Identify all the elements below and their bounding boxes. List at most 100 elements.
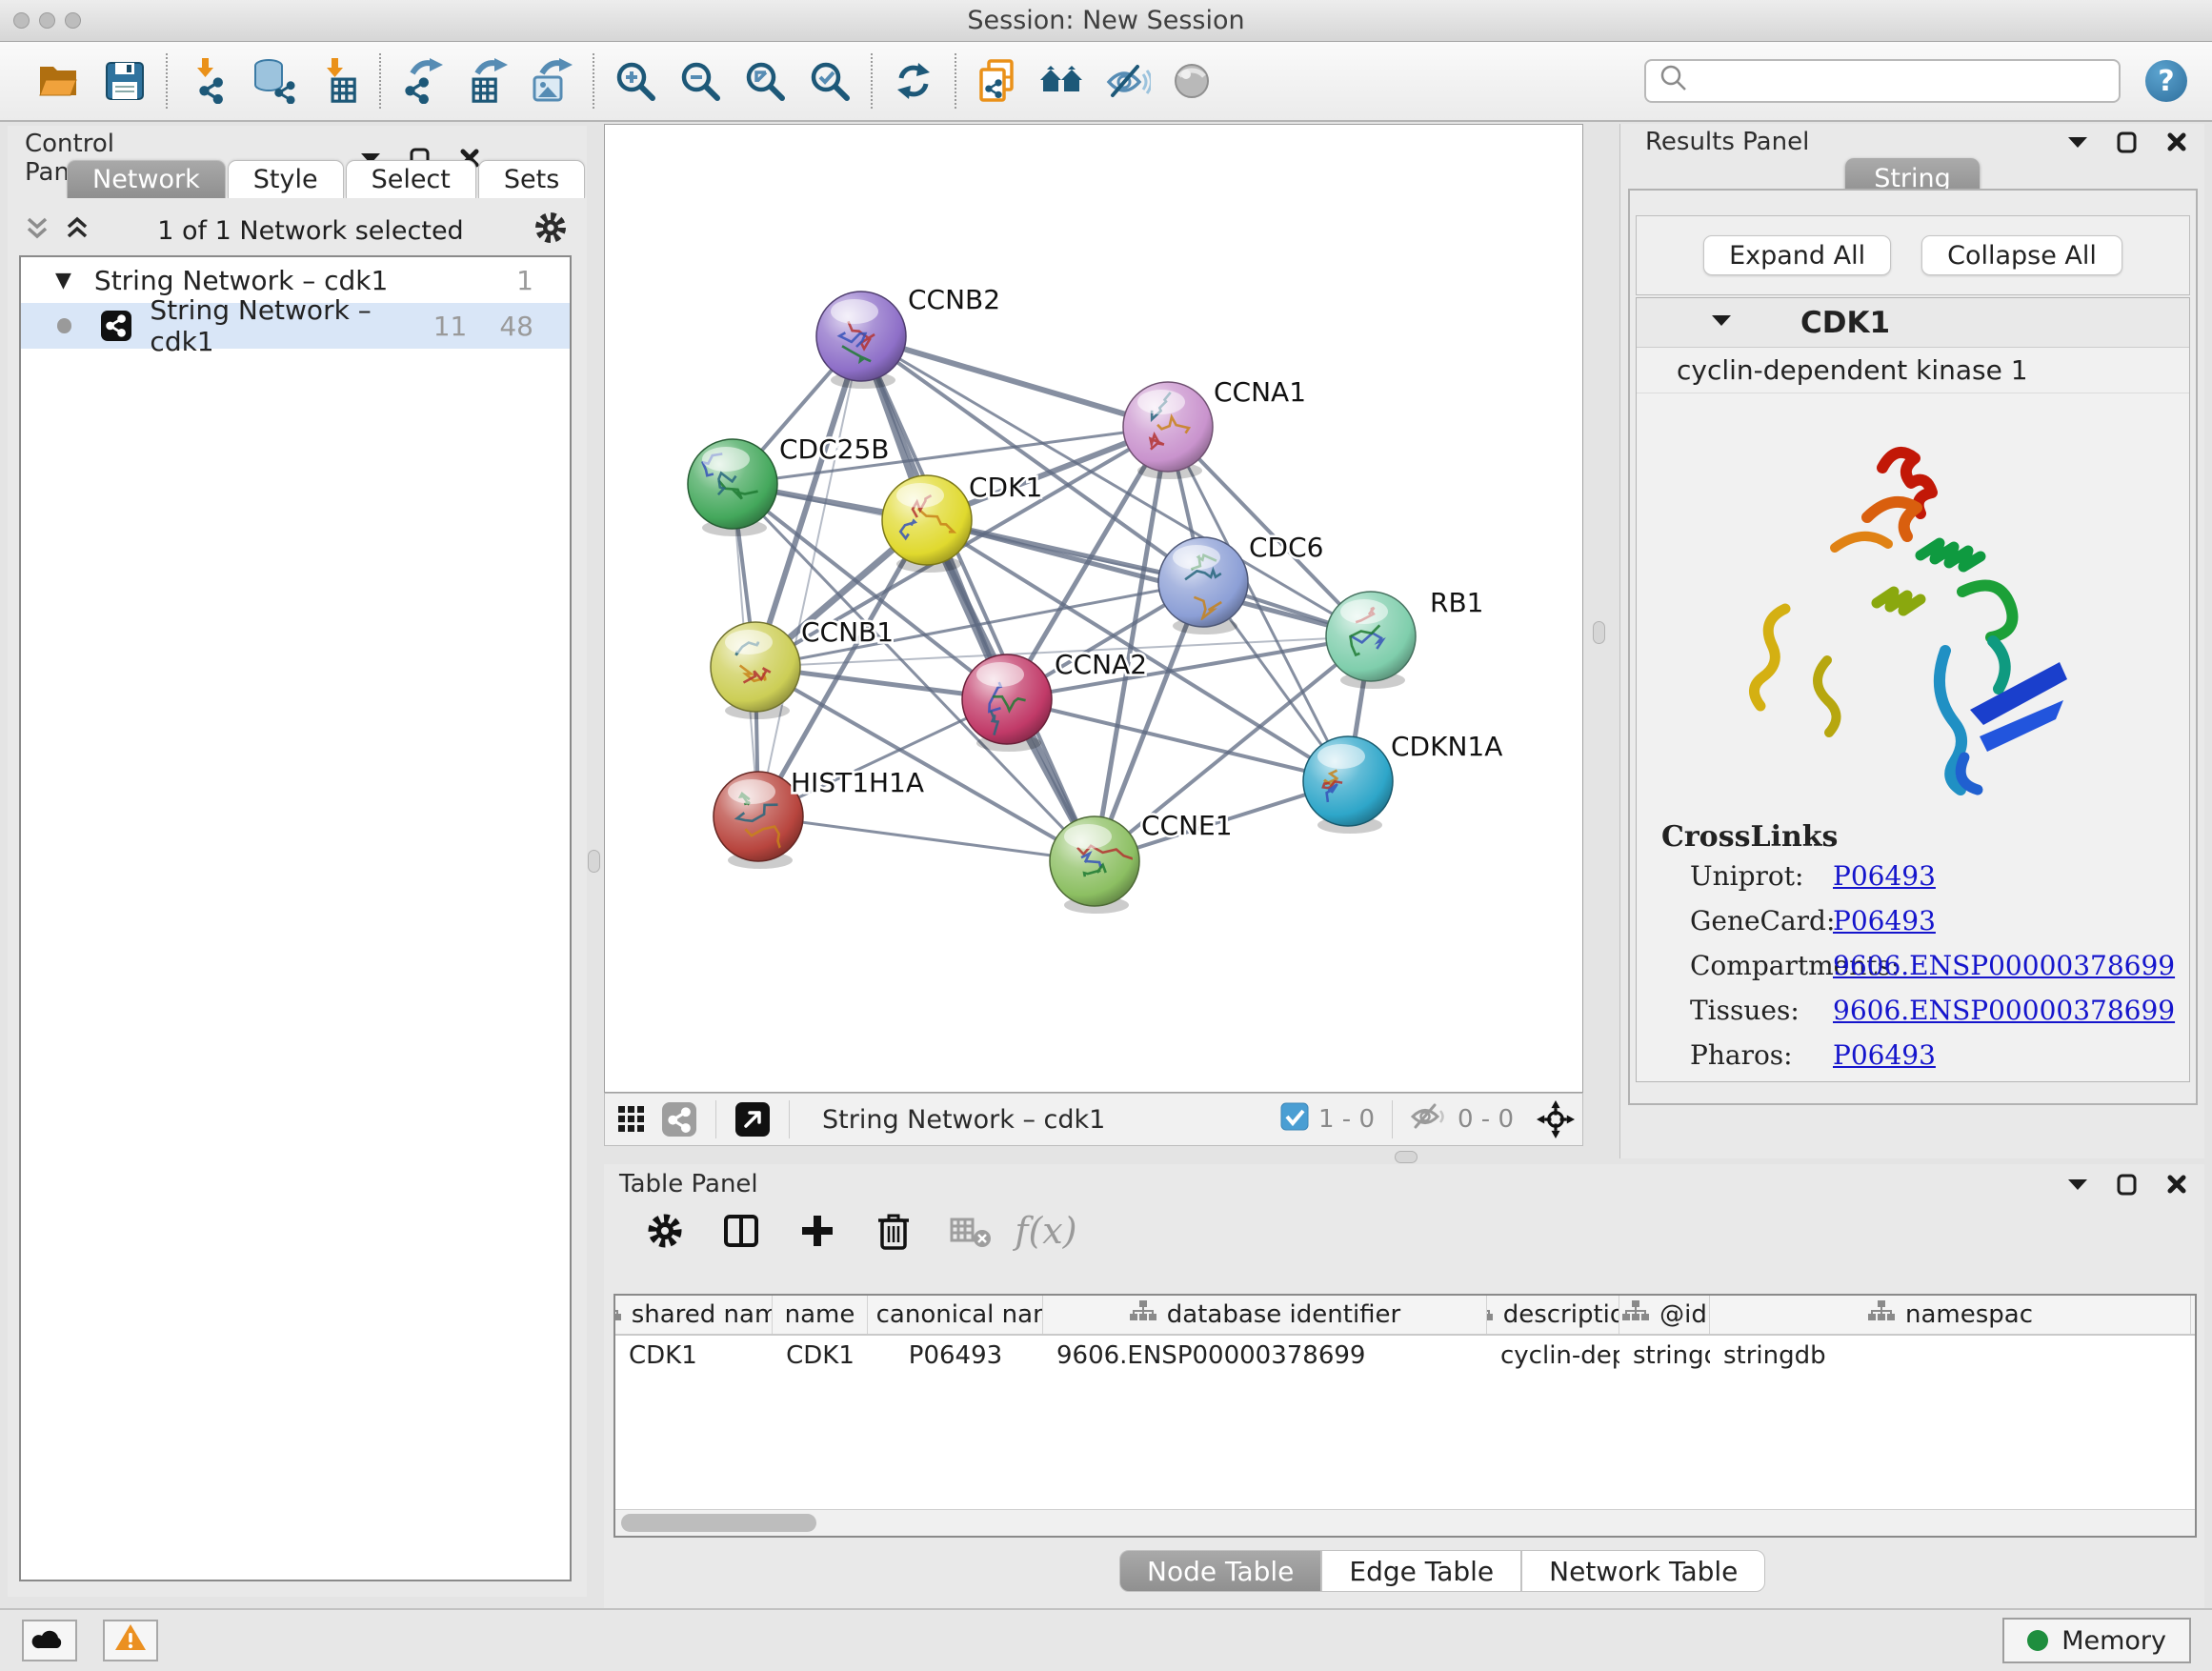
graph-edge[interactable] <box>861 336 1168 427</box>
show-all-icon[interactable] <box>1166 55 1217 107</box>
collapse-all-networks-icon[interactable] <box>25 213 50 249</box>
network-options-gear-icon[interactable] <box>532 209 570 253</box>
export-image-icon[interactable] <box>526 55 577 107</box>
tab-network[interactable]: Network <box>67 160 226 198</box>
grid-view-icon[interactable] <box>613 1100 651 1138</box>
function-builder-icon[interactable]: f(x) <box>1023 1208 1069 1254</box>
show-columns-icon[interactable] <box>718 1208 764 1254</box>
selected-checkbox-icon[interactable] <box>1280 1102 1309 1137</box>
tab-sets[interactable]: Sets <box>478 160 585 198</box>
search-box[interactable] <box>1644 59 2121 103</box>
crosslink-link[interactable]: P06493 <box>1833 905 1936 936</box>
crosslink-link[interactable]: P06493 <box>1833 1039 1936 1071</box>
minimize-window-button[interactable] <box>39 12 55 29</box>
import-network-icon[interactable] <box>183 55 234 107</box>
cloud-button[interactable] <box>22 1620 77 1661</box>
import-database-icon[interactable] <box>248 55 299 107</box>
column-header-shared-name[interactable]: shared name <box>615 1296 773 1334</box>
close-window-button[interactable] <box>13 12 30 29</box>
close-panel-icon[interactable] <box>2162 1170 2191 1198</box>
graph-node-CDC25B[interactable] <box>688 439 777 536</box>
scrollbar-thumb[interactable] <box>621 1514 816 1532</box>
column-header-canonical-name[interactable]: canonical name <box>868 1296 1043 1334</box>
column-label: shared name <box>632 1300 773 1329</box>
vertical-splitter-right[interactable] <box>1593 621 1605 644</box>
detach-view-icon[interactable] <box>734 1100 772 1138</box>
help-button[interactable]: ? <box>2145 60 2187 102</box>
graph-node-CCNB1[interactable] <box>711 622 800 719</box>
table-row[interactable]: CDK1CDK1P064939606.ENSP00000378699cyclin… <box>615 1336 2195 1376</box>
delete-table-icon[interactable] <box>947 1208 993 1254</box>
zoom-in-icon[interactable] <box>610 55 661 107</box>
network-count: 11 <box>433 311 468 342</box>
network-selection-status: 1 of 1 Network selected <box>90 216 532 246</box>
collapse-entry-icon[interactable] <box>1709 309 1734 337</box>
tab-network-table[interactable]: Network Table <box>1521 1550 1765 1592</box>
table-options-gear-icon[interactable] <box>642 1208 688 1254</box>
tab-style[interactable]: Style <box>228 160 344 198</box>
zoom-window-button[interactable] <box>65 12 81 29</box>
graph-node-HIST1H1A[interactable] <box>714 772 803 869</box>
birds-eye-crosshair-icon[interactable] <box>1537 1100 1575 1138</box>
horizontal-splitter[interactable] <box>1395 1151 1418 1163</box>
expand-all-button[interactable]: Expand All <box>1703 235 1891 275</box>
column-header-database-identifier[interactable]: database identifier <box>1043 1296 1487 1334</box>
tab-node-table[interactable]: Node Table <box>1119 1550 1321 1592</box>
open-session-icon[interactable] <box>34 55 86 107</box>
zoom-fit-icon[interactable] <box>739 55 791 107</box>
close-panel-icon[interactable] <box>2162 128 2191 156</box>
graph-node-CCNE1[interactable] <box>1050 816 1139 914</box>
import-table-icon[interactable] <box>312 55 364 107</box>
network-badge-icon[interactable] <box>660 1100 698 1138</box>
export-network-icon[interactable] <box>396 55 448 107</box>
graph-node-RB1[interactable] <box>1326 592 1416 689</box>
crosslink-link[interactable]: 9606.ENSP00000378699 <box>1833 995 2175 1026</box>
search-input[interactable] <box>1698 67 2098 95</box>
graph-edge[interactable] <box>758 816 1095 861</box>
network-list-item[interactable]: String Network – cdk1 1148 <box>21 303 570 349</box>
crosslink-link[interactable]: 9606.ENSP00000378699 <box>1833 950 2175 981</box>
collapse-all-button[interactable]: Collapse All <box>1921 235 2122 275</box>
export-table-icon[interactable] <box>461 55 513 107</box>
delete-column-icon[interactable] <box>871 1208 916 1254</box>
graph-node-CCNA1[interactable] <box>1123 382 1213 479</box>
graph-node-label: CDK1 <box>969 472 1042 503</box>
zoom-out-icon[interactable] <box>674 55 726 107</box>
tree-collapse-icon[interactable]: ▼ <box>55 269 71 292</box>
expand-all-networks-icon[interactable] <box>65 213 90 249</box>
tab-select[interactable]: Select <box>346 160 476 198</box>
graph-node-CDKN1A[interactable] <box>1303 736 1393 834</box>
graph-edge[interactable] <box>758 336 861 816</box>
first-neighbors-icon[interactable] <box>1036 55 1088 107</box>
column-header-@id[interactable]: @id <box>1619 1296 1710 1334</box>
hide-selected-icon[interactable] <box>1101 55 1153 107</box>
column-label: canonical name <box>876 1300 1043 1329</box>
maximize-panel-icon[interactable] <box>2113 1170 2142 1198</box>
column-header-name[interactable]: name <box>773 1296 868 1334</box>
gene-description: cyclin-dependent kinase 1 <box>1637 348 2189 393</box>
column-header-namespac[interactable]: namespac <box>1710 1296 2191 1334</box>
save-session-icon[interactable] <box>99 55 151 107</box>
table-horizontal-scrollbar[interactable] <box>615 1509 2195 1536</box>
graph-node-label: CCNE1 <box>1141 810 1233 841</box>
create-column-icon[interactable] <box>794 1208 840 1254</box>
zoom-selected-icon[interactable] <box>804 55 855 107</box>
hidden-counts: 0 - 0 <box>1458 1105 1514 1134</box>
float-panel-icon[interactable] <box>2063 1170 2092 1198</box>
column-header-description[interactable]: description <box>1487 1296 1619 1334</box>
tab-edge-table[interactable]: Edge Table <box>1321 1550 1521 1592</box>
crosslink-link[interactable]: P06493 <box>1833 860 1936 892</box>
network-canvas[interactable]: CCNB2CCNA1CDC25BCDK1CDC6RB1CCNB1CCNA2CDK… <box>604 124 1583 1093</box>
search-icon <box>1658 62 1690 101</box>
float-panel-icon[interactable] <box>2063 128 2092 156</box>
memory-button[interactable]: Memory <box>2002 1618 2191 1663</box>
graph-node-CDC6[interactable] <box>1158 537 1248 634</box>
vertical-splitter-left[interactable] <box>588 850 600 873</box>
refresh-icon[interactable] <box>888 55 939 107</box>
maximize-panel-icon[interactable] <box>2113 128 2142 156</box>
warnings-button[interactable] <box>103 1620 158 1661</box>
table-cell: P06493 <box>868 1336 1043 1376</box>
tree-icon <box>1621 1299 1650 1331</box>
copy-icon[interactable] <box>972 55 1023 107</box>
hidden-eye-icon[interactable] <box>1410 1102 1448 1137</box>
